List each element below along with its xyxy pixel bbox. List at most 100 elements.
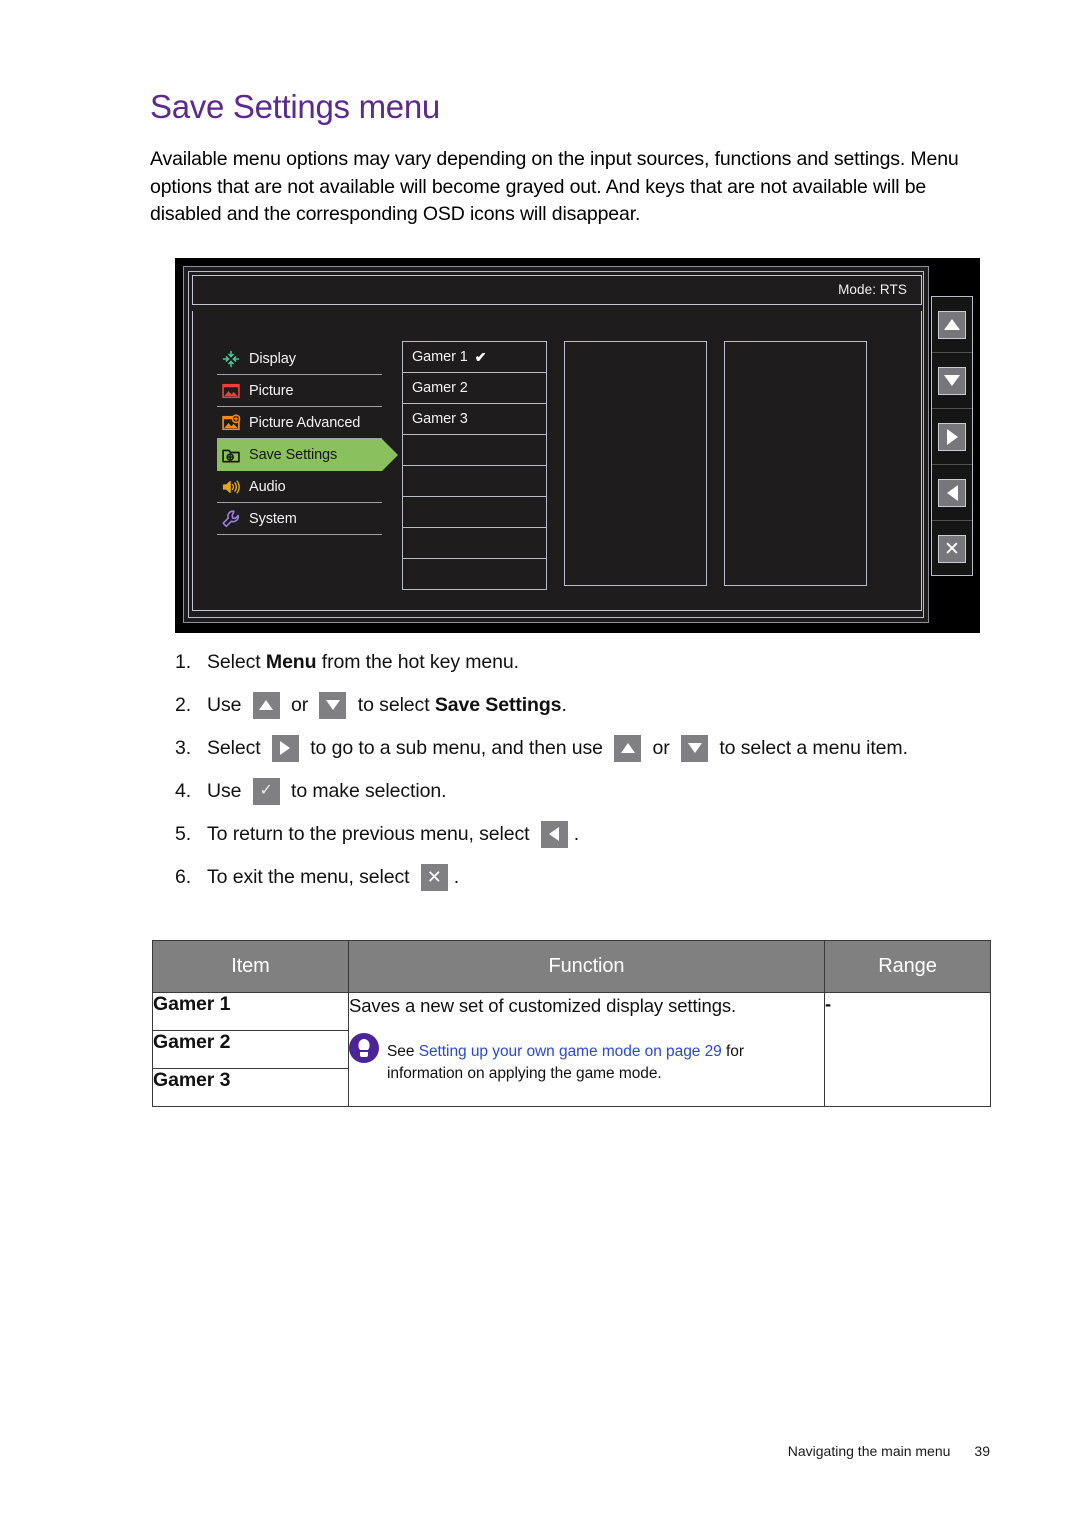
step-item: 1. Select Menu from the hot key menu. bbox=[175, 648, 995, 676]
osd-menu-item-label: Audio bbox=[249, 478, 286, 495]
step-fragment: to select a menu item. bbox=[714, 737, 908, 759]
osd-submenu-item-label: Gamer 1 bbox=[412, 349, 468, 365]
table-header-range: Range bbox=[824, 940, 991, 993]
arrow-down-icon bbox=[938, 366, 966, 395]
step-fragment: or bbox=[647, 737, 676, 759]
osd-submenu-list: Gamer 1 ✔ Gamer 2 Gamer 3 bbox=[402, 341, 547, 590]
step-text: To return to the previous menu, select . bbox=[207, 820, 579, 848]
step-fragment: Select bbox=[207, 651, 266, 673]
table-row: Gamer 1 Saves a new set of customized di… bbox=[152, 992, 991, 1107]
arrow-down-icon bbox=[681, 734, 709, 762]
step-fragment: Use bbox=[207, 694, 247, 716]
arrow-down-icon bbox=[319, 691, 347, 719]
osd-preview-column-1 bbox=[564, 341, 707, 586]
footer-page-number: 39 bbox=[974, 1443, 990, 1459]
table-header-function: Function bbox=[348, 940, 825, 993]
osd-submenu-item-label: Gamer 3 bbox=[412, 411, 468, 427]
osd-menu-item-audio[interactable]: Audio bbox=[217, 471, 382, 503]
osd-submenu-item-label: Gamer 2 bbox=[412, 380, 468, 396]
arrow-up-icon bbox=[614, 734, 642, 762]
picture-advanced-icon bbox=[221, 413, 241, 433]
step-text: Select Menu from the hot key menu. bbox=[207, 648, 519, 676]
osd-menu-item-label: Display bbox=[249, 350, 296, 367]
system-icon bbox=[221, 509, 241, 529]
table-header-row: Item Function Range bbox=[152, 940, 991, 993]
osd-menu-item-picture[interactable]: Picture bbox=[217, 375, 382, 407]
osd-menu-item-display[interactable]: Display bbox=[217, 343, 382, 375]
step-item: 6. To exit the menu, select ✕. bbox=[175, 863, 995, 891]
tip-note-text: See Setting up your own game mode on pag… bbox=[387, 1031, 824, 1085]
table-cell-function: Saves a new set of customized display se… bbox=[348, 992, 825, 1107]
intro-paragraph: Available menu options may vary dependin… bbox=[150, 148, 959, 225]
page-footer: Navigating the main menu 39 bbox=[0, 1443, 1080, 1459]
display-icon bbox=[221, 349, 241, 369]
step-item: 5. To return to the previous menu, select… bbox=[175, 820, 995, 848]
close-x-icon: ✕ bbox=[420, 863, 448, 891]
check-icon: ✓ bbox=[252, 777, 280, 805]
step-number: 3. bbox=[175, 737, 192, 759]
function-description: Saves a new set of customized display se… bbox=[349, 995, 737, 1016]
osd-submenu-item-gamer-2[interactable]: Gamer 2 bbox=[402, 372, 547, 404]
step-text: Use or to select Save Settings. bbox=[207, 691, 567, 719]
arrow-left-icon bbox=[938, 478, 966, 507]
osd-screenshot-figure: Mode: RTS Display Picture Picture Advanc… bbox=[175, 258, 980, 633]
arrow-left-icon bbox=[540, 820, 568, 848]
osd-menu-item-picture-advanced[interactable]: Picture Advanced bbox=[217, 407, 382, 439]
step-fragment: To return to the previous menu, select bbox=[207, 823, 535, 845]
check-icon: ✔ bbox=[474, 348, 487, 365]
audio-icon bbox=[221, 477, 241, 497]
page-title: Save Settings menu bbox=[150, 88, 440, 125]
table-cell-range: - bbox=[824, 992, 991, 1107]
footer-section: Navigating the main menu bbox=[787, 1443, 951, 1459]
osd-submenu-item-gamer-1[interactable]: Gamer 1 ✔ bbox=[402, 341, 547, 373]
osd-menu-item-save-settings[interactable]: Save Settings bbox=[217, 439, 398, 471]
tip-link[interactable]: Setting up your own game mode on page 29 bbox=[419, 1043, 722, 1060]
table-cell-item-gamer3: Gamer 3 bbox=[152, 1068, 349, 1107]
step-item: 2. Use or to select Save Settings. bbox=[175, 691, 995, 719]
step-fragment: . bbox=[573, 823, 580, 845]
table-cell-item-gamer1: Gamer 1 bbox=[152, 992, 349, 1031]
step-number: 6. bbox=[175, 866, 192, 888]
arrow-right-icon bbox=[938, 422, 966, 451]
table-header-item: Item bbox=[152, 940, 349, 993]
step-item: 4. Use ✓ to make selection. bbox=[175, 777, 995, 805]
osd-submenu-item-empty bbox=[402, 527, 547, 559]
step-number: 1. bbox=[175, 651, 192, 673]
osd-menu-item-system[interactable]: System bbox=[217, 503, 382, 535]
osd-key-arrow-left[interactable] bbox=[932, 465, 972, 521]
osd-submenu-item-empty bbox=[402, 558, 547, 590]
step-emphasis: Menu bbox=[265, 651, 317, 673]
step-emphasis: Save Settings bbox=[434, 694, 562, 716]
osd-panel: Mode: RTS Display Picture Picture Advanc… bbox=[183, 266, 929, 623]
step-fragment: Use bbox=[207, 780, 247, 802]
osd-preview-column-2 bbox=[724, 341, 867, 586]
step-fragment: Select bbox=[207, 737, 266, 759]
arrow-up-icon bbox=[938, 310, 966, 339]
osd-key-close-x[interactable]: ✕ bbox=[932, 521, 972, 577]
arrow-right-icon bbox=[271, 734, 299, 762]
osd-key-arrow-up[interactable] bbox=[932, 297, 972, 353]
document-page: Save Settings menu Available menu option… bbox=[0, 0, 1080, 1527]
osd-submenu-item-gamer-3[interactable]: Gamer 3 bbox=[402, 403, 547, 435]
step-fragment: to make selection. bbox=[285, 780, 447, 802]
step-text: Select to go to a sub menu, and then use… bbox=[207, 734, 908, 762]
osd-key-arrow-right[interactable] bbox=[932, 409, 972, 465]
osd-menu-item-label: Picture bbox=[249, 382, 294, 399]
osd-titlebar: Mode: RTS bbox=[192, 275, 922, 305]
save-settings-icon bbox=[221, 445, 241, 465]
settings-table: Item Function Range Gamer 1 Saves a new … bbox=[152, 940, 991, 1107]
step-number: 5. bbox=[175, 823, 192, 845]
step-fragment: . bbox=[453, 866, 460, 888]
steps-list: 1. Select Menu from the hot key menu. 2. Us… bbox=[175, 648, 995, 906]
osd-menu-item-label: System bbox=[249, 510, 297, 527]
osd-submenu-item-empty bbox=[402, 434, 547, 466]
osd-key-arrow-down[interactable] bbox=[932, 353, 972, 409]
osd-sidebar-menu: Display Picture Picture Advanced Save Se… bbox=[217, 343, 398, 535]
step-fragment: to go to a sub menu, and then use bbox=[304, 737, 609, 759]
osd-submenu-item-empty bbox=[402, 465, 547, 497]
close-x-icon: ✕ bbox=[938, 535, 966, 563]
step-fragment: To exit the menu, select bbox=[207, 866, 415, 888]
tip-bulb-icon bbox=[349, 1033, 379, 1063]
arrow-up-icon bbox=[252, 691, 280, 719]
osd-key-column: ✕ bbox=[931, 296, 973, 576]
